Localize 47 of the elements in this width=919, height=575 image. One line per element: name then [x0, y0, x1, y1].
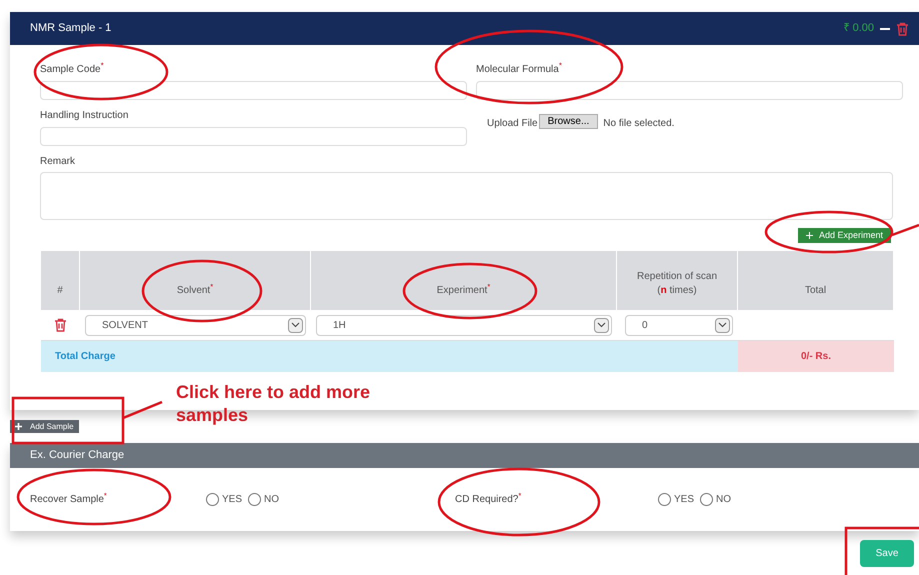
caret-icon [288, 318, 303, 332]
radio-option[interactable]: NO [248, 492, 280, 507]
field-label: Handling Instruction [40, 109, 130, 122]
card-title: Ex. Courier Charge [30, 448, 124, 464]
annotation-text: Click here to add more samples [176, 381, 372, 427]
plus-icon [15, 423, 22, 430]
total-charge-cell: Total Charge [41, 341, 738, 372]
caret-icon [594, 318, 609, 332]
amount: ₹ 0.00 [844, 21, 874, 36]
caret-icon [715, 318, 730, 332]
minimize-icon[interactable] [880, 28, 890, 30]
remark-field[interactable] [40, 172, 893, 220]
trash-icon[interactable] [54, 318, 67, 332]
experiment-select[interactable]: 1H [316, 314, 612, 336]
radio-button[interactable] [206, 493, 219, 506]
plus-icon [806, 232, 813, 239]
radio-button[interactable] [658, 493, 671, 506]
file-status: No file selected. [603, 117, 674, 131]
column-header: Repetition of scan (n times) [617, 251, 738, 310]
text-field[interactable] [40, 127, 467, 146]
radio-button[interactable] [248, 493, 262, 506]
field-label: Remark [40, 155, 76, 168]
column-header: Solvent$^{*}$ [80, 251, 311, 310]
text-field[interactable] [476, 81, 903, 100]
trash-icon[interactable] [896, 22, 909, 36]
browse-button[interactable]: Browse... [538, 114, 598, 129]
radio-button[interactable] [700, 493, 714, 506]
solvent-select[interactable]: SOLVENT [85, 314, 306, 336]
radio-option[interactable]: NO [700, 492, 732, 507]
add-sample-button[interactable]: Add Sample [10, 420, 79, 433]
repetition-select[interactable]: 0 [625, 314, 733, 336]
column-header: Experiment$^{*}$ [311, 251, 617, 310]
add-experiment-button[interactable]: Add Experiment [798, 228, 891, 243]
total-value-cell: 0/- Rs. [738, 341, 894, 372]
question-label: Recover Sample$^{*}$ [29, 492, 108, 507]
column-header: # [41, 251, 80, 310]
column-header: Total [738, 251, 894, 310]
field-label: Molecular Formula$^{*}$ [476, 62, 563, 76]
field-label: Upload File [487, 117, 538, 131]
field-label: Sample Code$^{*}$ [40, 62, 105, 76]
question-label: CD Required?$^{*}$ [455, 492, 522, 507]
radio-option[interactable]: YES [658, 492, 694, 507]
leader-line [892, 224, 919, 236]
text-field[interactable] [40, 81, 467, 100]
card-title: NMR Sample - 1 [30, 21, 112, 36]
leader-line [122, 400, 162, 420]
radio-option[interactable]: YES [206, 492, 242, 507]
